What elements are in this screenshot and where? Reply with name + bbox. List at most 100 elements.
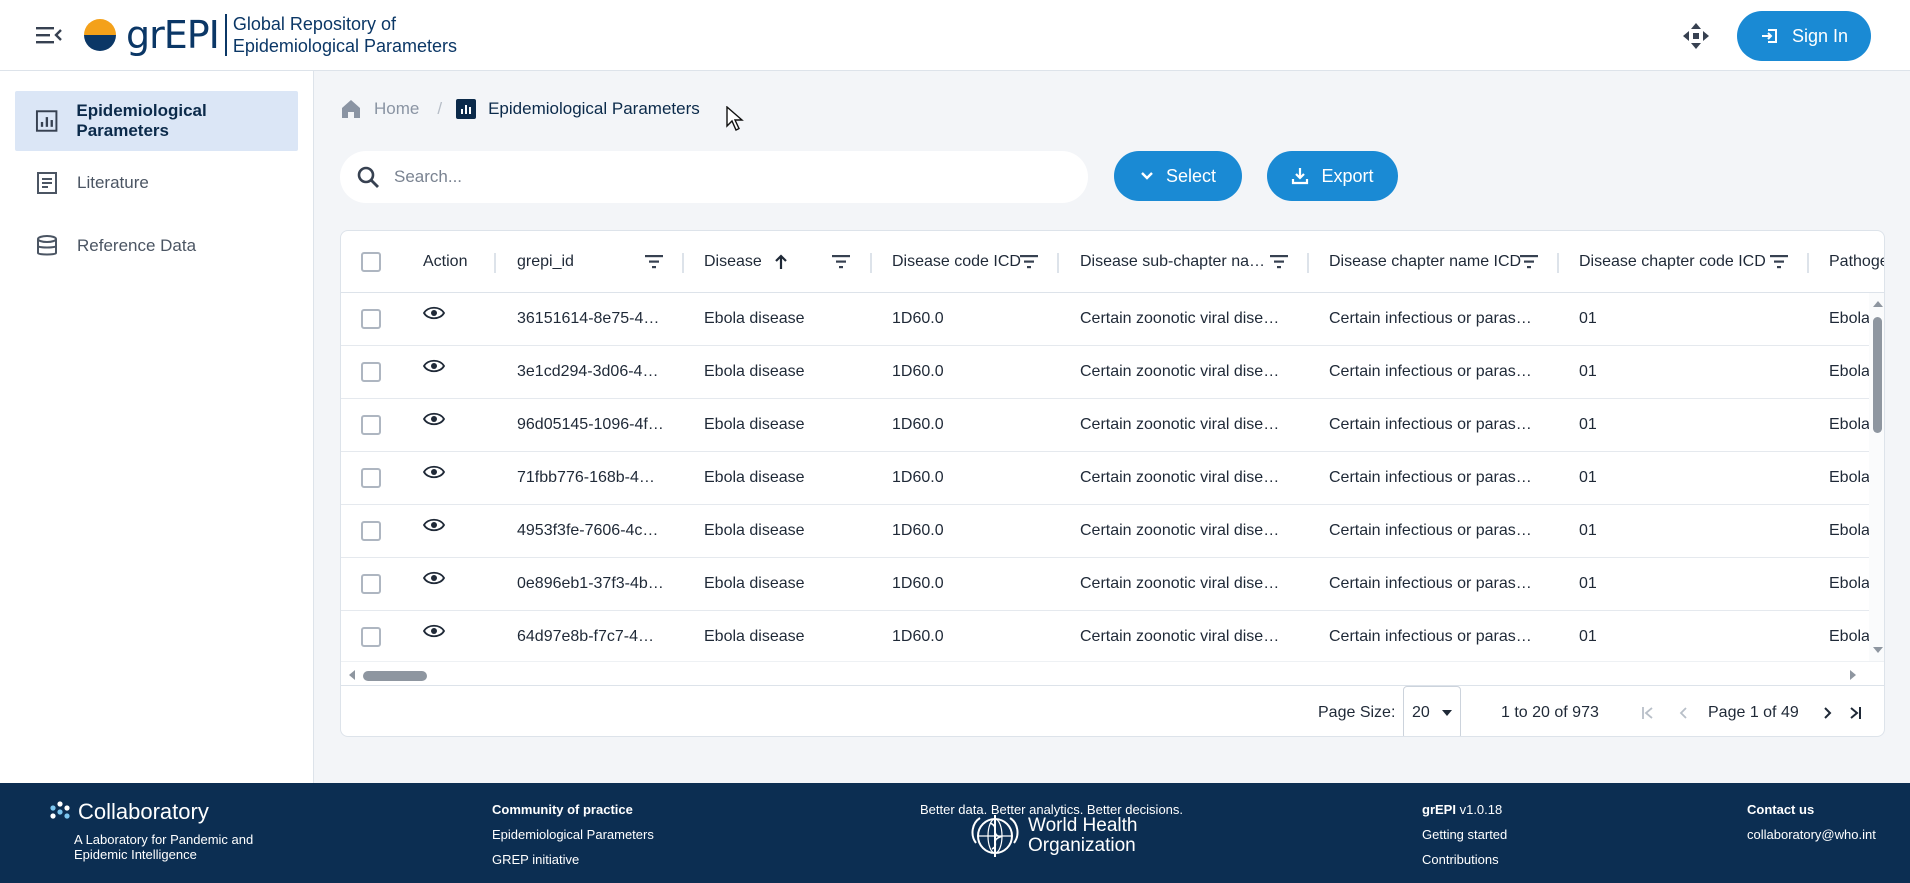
breadcrumb-current: Epidemiological Parameters (456, 99, 700, 119)
community-heading: Community of practice (492, 802, 633, 817)
logo-subtitle-line1: Global Repository of (232, 14, 396, 34)
row-checkbox[interactable] (361, 415, 381, 435)
vertical-scrollbar[interactable] (1869, 293, 1884, 661)
view-eye-icon[interactable] (423, 570, 445, 586)
menu-collapse-icon[interactable] (36, 24, 62, 46)
chevron-down-icon (1141, 172, 1153, 180)
select-all-checkbox[interactable] (361, 252, 381, 272)
column-header-grepi-id[interactable]: grepi_id (517, 231, 574, 293)
export-button[interactable]: Export (1267, 151, 1398, 201)
column-header-disease-label: Disease (704, 253, 762, 270)
cell-disease-chapter-name: Certain infectious or paras… (1329, 363, 1532, 380)
who-wordmark-line2: Organization (1028, 835, 1136, 856)
footer-link-contributions[interactable]: Contributions (1422, 852, 1499, 867)
row-checkbox[interactable] (361, 362, 381, 382)
row-checkbox[interactable] (361, 627, 381, 647)
filter-icon[interactable] (1270, 255, 1288, 269)
column-resizer[interactable] (1807, 253, 1809, 273)
next-page-button[interactable] (1817, 686, 1837, 736)
table-row[interactable]: 3e1cd294-3d06-4… Ebola disease 1D60.0 Ce… (341, 346, 1869, 399)
filter-icon[interactable] (1020, 255, 1038, 269)
search-input[interactable] (394, 167, 1034, 187)
column-header-disease-subchapter[interactable]: Disease sub-chapter na… (1080, 231, 1265, 293)
view-eye-icon[interactable] (423, 517, 445, 533)
column-resizer[interactable] (1057, 253, 1059, 273)
contact-email-link[interactable]: collaboratory@who.int (1747, 827, 1876, 842)
footer-link-grep-initiative[interactable]: GREP initiative (492, 852, 579, 867)
who-logo[interactable]: World Health Organization (968, 813, 1137, 859)
vertical-scrollbar-thumb[interactable] (1873, 317, 1882, 433)
filter-icon[interactable] (1520, 255, 1538, 269)
breadcrumb-home[interactable]: Home (340, 98, 419, 120)
filter-icon[interactable] (645, 255, 663, 269)
cell-disease: Ebola disease (704, 310, 805, 327)
table-row[interactable]: 71fbb776-168b-4… Ebola disease 1D60.0 Ce… (341, 452, 1869, 505)
cell-grepi-id: 3e1cd294-3d06-4… (517, 363, 659, 380)
footer-link-getting-started[interactable]: Getting started (1422, 827, 1507, 842)
column-header-disease[interactable]: Disease (704, 231, 788, 293)
search-box[interactable] (340, 151, 1088, 203)
view-eye-icon[interactable] (423, 464, 445, 480)
table-row[interactable]: 4953f3fe-7606-4c… Ebola disease 1D60.0 C… (341, 505, 1869, 558)
table-row[interactable]: 0e896eb1-37f3-4b… Ebola disease 1D60.0 C… (341, 558, 1869, 611)
column-header-disease-chapter-code[interactable]: Disease chapter code ICD (1579, 231, 1766, 293)
move-arrows-icon[interactable] (1682, 22, 1710, 50)
logo-subtitle: Global Repository of Epidemiological Par… (233, 13, 457, 57)
column-resizer[interactable] (682, 253, 684, 273)
cell-pathogen: Ebola (1829, 522, 1869, 539)
collaboratory-logo[interactable]: Collaboratory (48, 799, 209, 825)
sidebar-item-literature[interactable]: Literature (15, 153, 298, 213)
collaboratory-tagline-line2: Epidemic Intelligence (74, 847, 197, 862)
horizontal-scrollbar[interactable] (341, 661, 1884, 685)
caret-down-icon (1442, 709, 1452, 716)
breadcrumb: Home / Epidemiological Parameters (340, 96, 700, 122)
row-checkbox[interactable] (361, 309, 381, 329)
column-header-disease-chapter-name[interactable]: Disease chapter name ICD (1329, 231, 1521, 293)
filter-icon[interactable] (832, 255, 850, 269)
table-row[interactable]: 64d97e8b-f7c7-4… Ebola disease 1D60.0 Ce… (341, 611, 1869, 661)
column-resizer[interactable] (1307, 253, 1309, 273)
footer: Collaboratory A Laboratory for Pandemic … (0, 783, 1910, 883)
page-size-select[interactable]: 20 (1403, 686, 1461, 736)
view-eye-icon[interactable] (423, 305, 445, 321)
column-header-pathogen[interactable]: Pathoge (1829, 231, 1884, 293)
view-eye-icon[interactable] (423, 358, 445, 374)
page-size-value: 20 (1412, 703, 1430, 721)
breadcrumb-separator: / (437, 99, 443, 118)
row-checkbox[interactable] (361, 468, 381, 488)
row-checkbox[interactable] (361, 574, 381, 594)
scroll-left-arrow-icon[interactable] (349, 670, 355, 680)
scroll-right-arrow-icon[interactable] (1850, 670, 1856, 680)
logo-subtitle-line2: Epidemiological Parameters (232, 36, 457, 56)
scroll-up-arrow-icon[interactable] (1873, 301, 1883, 307)
filter-icon[interactable] (1770, 255, 1788, 269)
table-row[interactable]: 96d05145-1096-4f… Ebola disease 1D60.0 C… (341, 399, 1869, 452)
cell-disease-chapter-name: Certain infectious or paras… (1329, 310, 1532, 327)
sign-in-button[interactable]: Sign In (1737, 11, 1871, 61)
first-page-button[interactable] (1638, 686, 1658, 736)
table-row[interactable]: 36151614-8e75-4… Ebola disease 1D60.0 Ce… (341, 293, 1869, 346)
view-eye-icon[interactable] (423, 623, 445, 639)
footer-link-epidemiological-parameters[interactable]: Epidemiological Parameters (492, 827, 654, 842)
column-header-disease-code-icd[interactable]: Disease code ICD (892, 231, 1021, 293)
cell-disease-code-icd: 1D60.0 (892, 363, 944, 380)
column-resizer[interactable] (870, 253, 872, 273)
select-label: Select (1165, 165, 1217, 186)
app-logo[interactable]: grEPI Global Repository of Epidemiologic… (84, 10, 457, 60)
column-resizer[interactable] (494, 253, 496, 273)
select-button[interactable]: Select (1114, 151, 1242, 201)
view-eye-icon[interactable] (423, 411, 445, 427)
collaboratory-name: Collaboratory (78, 799, 209, 824)
cell-disease-code-icd: 1D60.0 (892, 310, 944, 327)
row-checkbox[interactable] (361, 521, 381, 541)
column-header-action[interactable]: Action (423, 231, 467, 293)
scroll-down-arrow-icon[interactable] (1873, 647, 1883, 653)
cell-disease-chapter-name: Certain infectious or paras… (1329, 575, 1532, 592)
column-resizer[interactable] (1557, 253, 1559, 273)
horizontal-scrollbar-thumb[interactable] (363, 671, 427, 681)
first-page-icon (1642, 706, 1653, 719)
last-page-button[interactable] (1845, 686, 1865, 736)
sidebar-item-epidemiological-parameters[interactable]: Epidemiological Parameters (15, 91, 298, 151)
sidebar-item-reference-data[interactable]: Reference Data (15, 216, 298, 276)
previous-page-button[interactable] (1674, 686, 1694, 736)
